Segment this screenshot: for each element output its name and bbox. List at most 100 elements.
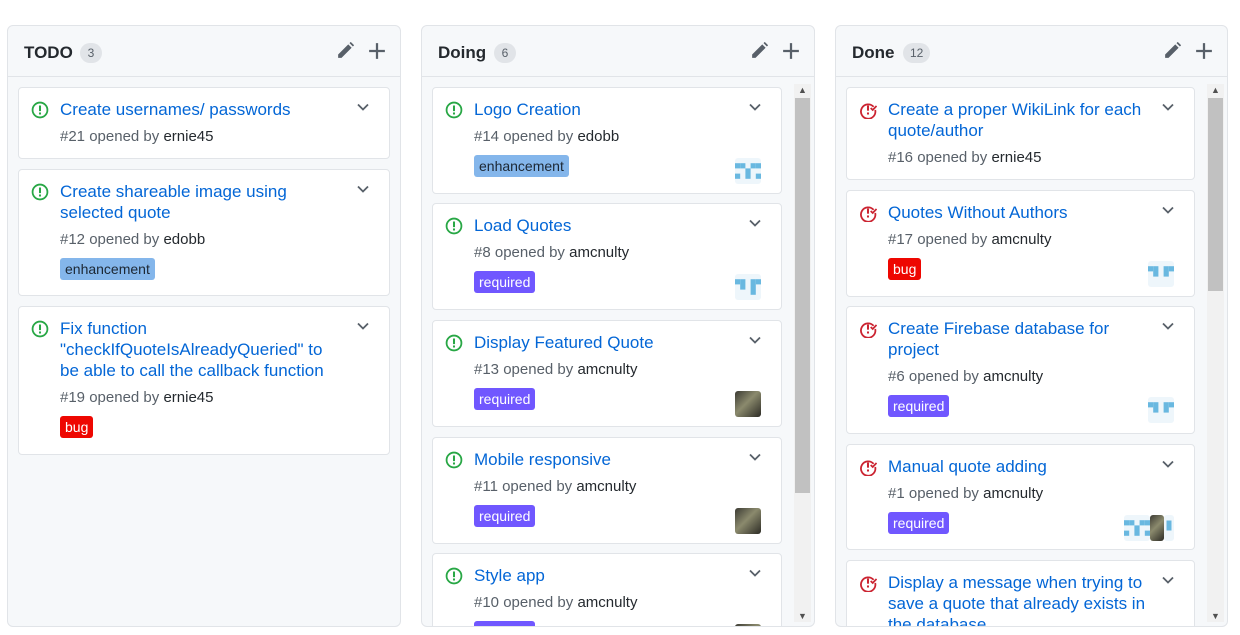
author-link[interactable]: edobb xyxy=(577,128,619,145)
edit-column-button[interactable] xyxy=(334,40,356,62)
issue-title-link[interactable]: Mobile responsive xyxy=(474,449,737,470)
label-enhancement[interactable]: enhancement xyxy=(60,258,155,280)
add-card-button[interactable] xyxy=(1193,40,1215,62)
author-link[interactable]: amcnulty xyxy=(991,231,1051,248)
chevron-down-icon[interactable] xyxy=(355,318,371,334)
scrollbar-thumb[interactable] xyxy=(795,98,810,493)
issue-card[interactable]: Display Featured Quote #13 opened by amc… xyxy=(432,320,782,427)
author-link[interactable]: amcnulty xyxy=(983,368,1043,385)
issue-title-link[interactable]: Logo Creation xyxy=(474,99,737,120)
issue-card[interactable]: Quotes Without Authors #17 opened by amc… xyxy=(846,190,1195,297)
chevron-down-icon[interactable] xyxy=(747,332,763,348)
label-required[interactable]: required xyxy=(888,395,950,417)
issue-card[interactable]: Create a proper WikiLink for each quote/… xyxy=(846,87,1195,180)
label-required[interactable]: required xyxy=(474,505,536,527)
issue-card[interactable]: Load Quotes #8 opened by amcnulty requir… xyxy=(432,203,782,310)
chevron-down-icon[interactable] xyxy=(747,99,763,115)
edit-column-button[interactable] xyxy=(1161,40,1183,62)
issue-title-link[interactable]: Load Quotes xyxy=(474,215,737,236)
avatar[interactable] xyxy=(735,624,761,626)
opened-by-text: opened by xyxy=(502,478,573,495)
avatar[interactable] xyxy=(735,274,761,300)
issue-meta: #19 opened by ernie45 xyxy=(60,389,214,406)
author-link[interactable]: amcnulty xyxy=(577,361,637,378)
issue-card[interactable]: Fix function "checkIfQuoteIsAlreadyQueri… xyxy=(18,306,390,455)
add-card-button[interactable] xyxy=(366,40,388,62)
opened-by-text: opened by xyxy=(503,128,574,145)
chevron-down-icon[interactable] xyxy=(355,99,371,115)
issue-card[interactable]: Create shareable image using selected qu… xyxy=(18,169,390,296)
opened-by-text: opened by xyxy=(908,485,979,502)
avatar[interactable] xyxy=(735,508,761,534)
avatar[interactable] xyxy=(1150,515,1164,541)
issue-title-link[interactable]: Create usernames/ passwords xyxy=(60,99,345,120)
issue-title-link[interactable]: Manual quote adding xyxy=(888,456,1150,477)
issue-title-link[interactable]: Display Featured Quote xyxy=(474,332,737,353)
chevron-down-icon[interactable] xyxy=(1160,456,1176,472)
label-bug[interactable]: bug xyxy=(60,416,94,438)
chevron-down-icon[interactable] xyxy=(1160,318,1176,334)
issue-title-link[interactable]: Display a message when trying to save a … xyxy=(888,572,1150,626)
issue-title-link[interactable]: Create Firebase database for project xyxy=(888,318,1150,360)
add-card-button[interactable] xyxy=(780,40,802,62)
avatar[interactable] xyxy=(1148,261,1174,287)
issue-card[interactable]: Style app #10 opened by amcnulty require… xyxy=(432,553,782,626)
author-link[interactable]: amcnulty xyxy=(983,485,1043,502)
chevron-down-icon[interactable] xyxy=(747,565,763,581)
author-link[interactable]: amcnulty xyxy=(569,244,629,261)
issue-title-link[interactable]: Style app xyxy=(474,565,737,586)
issue-title-link[interactable]: Create shareable image using selected qu… xyxy=(60,181,345,223)
issue-meta: #14 opened by edobb xyxy=(474,128,619,145)
plus-icon xyxy=(783,43,799,59)
issue-opened-icon xyxy=(445,567,463,585)
column-title: Doing xyxy=(438,43,487,62)
chevron-down-icon[interactable] xyxy=(1160,99,1176,115)
issue-meta: #12 opened by edobb xyxy=(60,231,205,248)
avatar[interactable] xyxy=(1148,397,1174,423)
issue-closed-icon xyxy=(860,460,877,476)
chevron-down-icon[interactable] xyxy=(747,449,763,465)
scrollbar[interactable]: ▲ ▼ xyxy=(1207,84,1224,622)
issue-opened-icon xyxy=(445,334,463,352)
author-link[interactable]: amcnulty xyxy=(577,594,637,611)
issue-number: #16 xyxy=(888,149,914,166)
label-required[interactable]: required xyxy=(474,621,536,626)
card-list: Logo Creation #14 opened by edobb enhanc… xyxy=(432,87,782,626)
author-link[interactable]: ernie45 xyxy=(163,389,213,406)
author-link[interactable]: ernie45 xyxy=(991,149,1041,166)
avatar[interactable] xyxy=(735,391,761,417)
author-link[interactable]: ernie45 xyxy=(163,128,213,145)
label-required[interactable]: required xyxy=(474,388,536,410)
avatar[interactable] xyxy=(735,158,761,184)
issue-card[interactable]: Manual quote adding #1 opened by amcnult… xyxy=(846,444,1195,550)
label-required[interactable]: required xyxy=(888,512,950,534)
author-link[interactable]: edobb xyxy=(163,231,205,248)
chevron-down-icon[interactable] xyxy=(747,215,763,231)
avatar[interactable] xyxy=(1124,515,1150,541)
avatar[interactable] xyxy=(1164,515,1174,541)
scroll-up-arrow[interactable]: ▲ xyxy=(1207,84,1224,96)
issue-title-link[interactable]: Fix function "checkIfQuoteIsAlreadyQueri… xyxy=(60,318,345,381)
scroll-down-arrow[interactable]: ▼ xyxy=(1207,610,1224,622)
issue-card[interactable]: Create usernames/ passwords #21 opened b… xyxy=(18,87,390,159)
scrollbar[interactable]: ▲ ▼ xyxy=(794,84,811,622)
issue-card[interactable]: Logo Creation #14 opened by edobb enhanc… xyxy=(432,87,782,194)
author-link[interactable]: amcnulty xyxy=(576,478,636,495)
scroll-down-arrow[interactable]: ▼ xyxy=(794,610,811,622)
issue-opened-icon xyxy=(31,183,49,201)
edit-column-button[interactable] xyxy=(748,40,770,62)
label-enhancement[interactable]: enhancement xyxy=(474,155,569,177)
issue-card[interactable]: Mobile responsive #11 opened by amcnulty… xyxy=(432,437,782,544)
chevron-down-icon[interactable] xyxy=(1160,202,1176,218)
label-required[interactable]: required xyxy=(474,271,536,293)
issue-title-link[interactable]: Create a proper WikiLink for each quote/… xyxy=(888,99,1150,141)
label-bug[interactable]: bug xyxy=(888,258,922,280)
issue-number: #6 xyxy=(888,368,905,385)
issue-card[interactable]: Display a message when trying to save a … xyxy=(846,560,1195,626)
chevron-down-icon[interactable] xyxy=(355,181,371,197)
scroll-up-arrow[interactable]: ▲ xyxy=(794,84,811,96)
scrollbar-thumb[interactable] xyxy=(1208,98,1223,291)
chevron-down-icon[interactable] xyxy=(1160,572,1176,588)
issue-title-link[interactable]: Quotes Without Authors xyxy=(888,202,1150,223)
issue-card[interactable]: Create Firebase database for project #6 … xyxy=(846,306,1195,434)
